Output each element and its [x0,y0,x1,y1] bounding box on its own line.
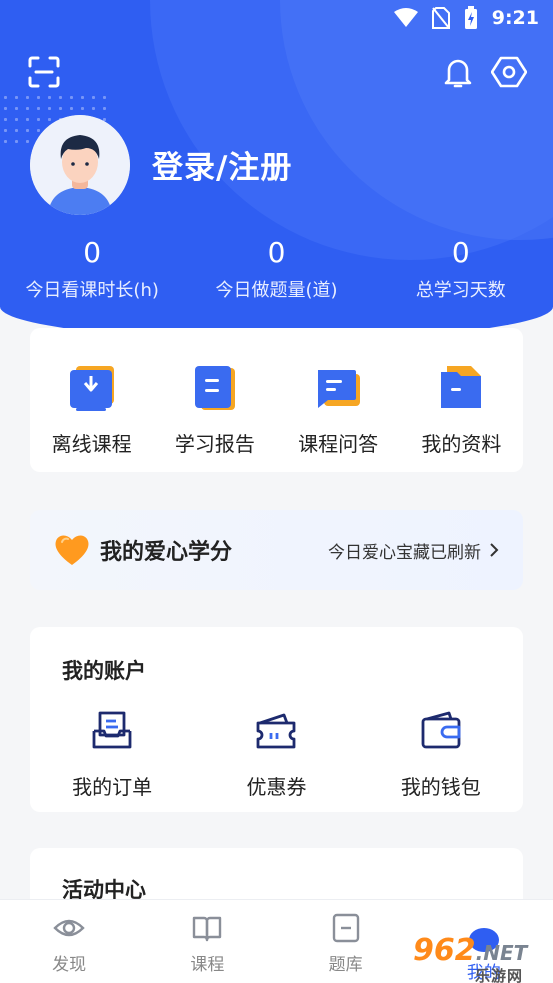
quick-my-materials[interactable]: 我的资料 [400,328,523,472]
quick-label: 离线课程 [51,432,132,456]
avatar[interactable] [30,115,130,215]
chevron-right-icon [490,543,499,557]
chat-icon [318,370,361,408]
no-sim-icon [431,7,450,29]
book-icon [193,916,222,942]
heart-icon [55,535,89,565]
tab-question-bank[interactable]: 题库 [277,900,415,983]
scan-icon[interactable] [26,54,62,90]
quick-study-report[interactable]: 学习报告 [153,328,276,472]
account-card: 我的账户 我的订单 优惠券 我的钱包 [30,627,523,812]
question-bank-icon [332,913,359,943]
stat-value: 0 [83,236,102,269]
login-register-link[interactable]: 登录/注册 [152,142,292,187]
account-coupons[interactable]: 优惠券 [194,709,358,800]
love-credits-title: 我的爱心学分 [100,540,233,565]
love-credits-link-text: 今日爱心宝藏已刷新 [328,542,481,563]
stat-label: 总学习天数 [415,280,506,301]
quick-label: 学习报告 [174,432,255,456]
download-icon [69,366,114,411]
stat-watch-hours: 0 今日看课时长(h) [0,236,184,302]
status-time: 9:21 [491,7,539,29]
stat-label: 今日做题量(道) [215,280,338,301]
acc-label: 优惠券 [246,775,307,799]
quick-offline-courses[interactable]: 离线课程 [30,328,153,472]
love-credits-link[interactable]: 今日爱心宝藏已刷新 [328,538,499,563]
bell-icon[interactable] [440,54,476,90]
settings-icon[interactable] [490,54,528,90]
wallet-icon [421,711,461,749]
folder-icon [441,366,482,408]
stat-value: 0 [451,236,470,269]
stat-label: 今日看课时长(h) [25,280,159,301]
quick-label: 我的资料 [421,432,502,456]
quick-actions-card: 离线课程 学习报告 课程问答 我的资料 [30,328,523,472]
tab-label: 发现 [52,955,87,975]
stat-value: 0 [267,236,286,269]
battery-charging-icon [464,6,478,30]
tab-discover[interactable]: 发现 [0,900,138,983]
stat-study-days: 0 总学习天数 [369,236,553,302]
acc-label: 我的订单 [72,775,153,799]
report-icon [194,366,235,410]
order-icon [92,711,132,749]
status-bar: 9:21 [0,0,553,36]
quick-label: 课程问答 [298,432,379,456]
account-orders[interactable]: 我的订单 [30,709,194,800]
account-wallet[interactable]: 我的钱包 [359,709,523,800]
love-credits-card[interactable]: 我的爱心学分 今日爱心宝藏已刷新 [30,510,523,590]
tab-courses[interactable]: 课程 [138,900,276,983]
quick-course-qa[interactable]: 课程问答 [277,328,400,472]
tab-label: 题库 [328,955,363,975]
acc-label: 我的钱包 [400,775,481,799]
wifi-icon [393,8,418,28]
watermark-logo: 962.NET 乐游网 [413,933,551,983]
eye-icon [53,919,85,937]
stats-row: 0 今日看课时长(h) 0 今日做题量(道) 0 总学习天数 [0,236,553,302]
watermark-subtitle: 乐游网 [475,967,524,983]
account-items: 我的订单 优惠券 我的钱包 [30,709,523,800]
stat-questions-done: 0 今日做题量(道) [184,236,368,302]
account-title: 我的账户 [62,659,146,683]
coupon-icon [257,713,296,749]
tab-label: 课程 [190,955,225,975]
watermark-logo-text: 962.NET [413,933,528,968]
